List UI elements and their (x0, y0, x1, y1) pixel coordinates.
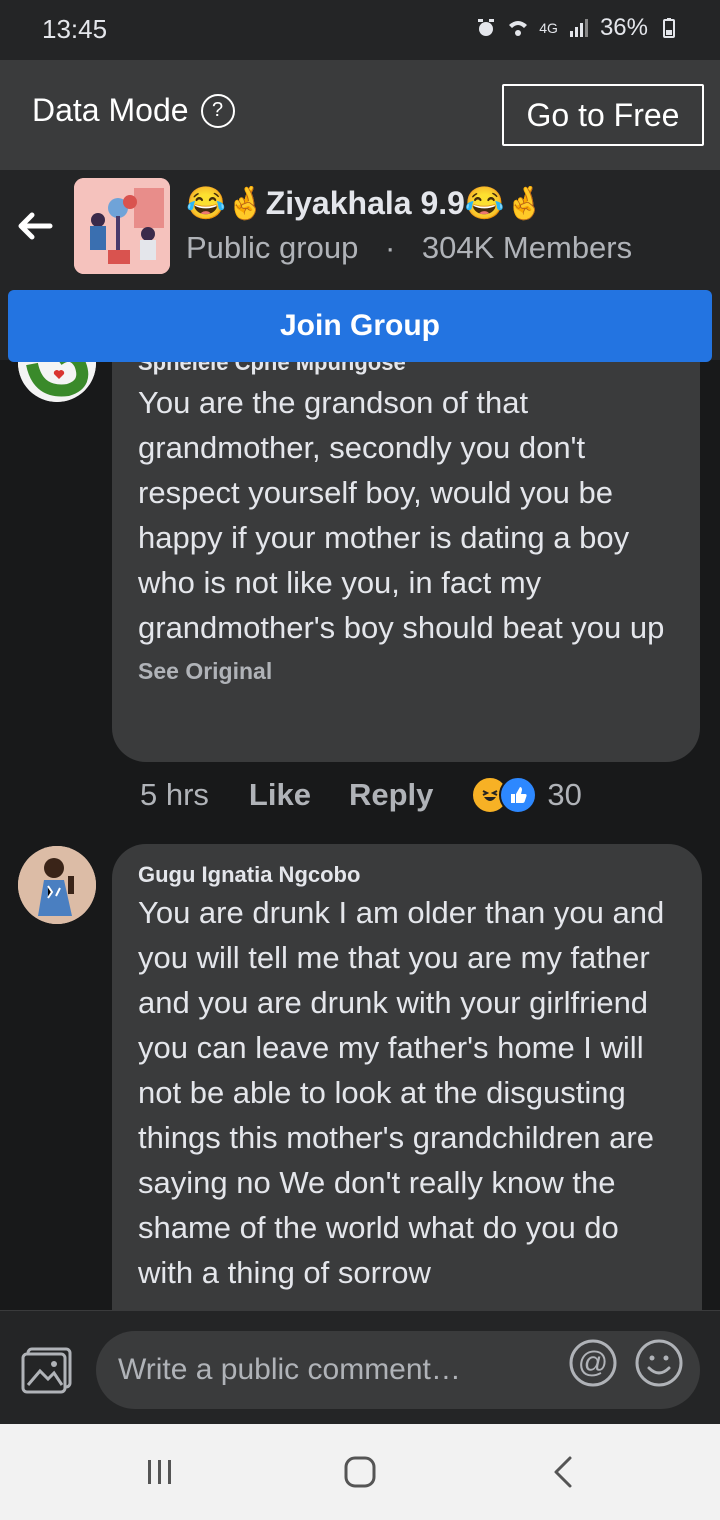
comment-placeholder: Write a public comment… (118, 1353, 461, 1386)
reactions[interactable] (471, 776, 538, 814)
go-to-free-button[interactable]: Go to Free (502, 84, 704, 146)
group-cover-image[interactable] (74, 178, 170, 274)
battery-percent: 36% (599, 14, 648, 41)
group-privacy: Public group (186, 230, 359, 265)
like-button[interactable]: Like (249, 777, 311, 813)
comment-author[interactable]: Gugu Ignatia Ngcobo (138, 862, 676, 888)
mention-icon[interactable]: @ (568, 1338, 618, 1388)
avatar-image (18, 846, 96, 924)
back-arrow-icon[interactable] (14, 206, 54, 246)
wifi-icon (509, 21, 528, 36)
battery-icon (663, 18, 675, 38)
comment-meta: 5 hrs Like Reply 30 (140, 776, 582, 814)
like-reaction-icon (499, 776, 538, 814)
comment-time: 5 hrs (140, 777, 209, 812)
data-mode-bar: Data Mode ? Go to Free (0, 60, 720, 170)
status-time: 13:45 (42, 14, 108, 44)
comment-bubble[interactable]: Gugu Ignatia Ngcobo You are drunk I am o… (112, 844, 702, 1310)
comment-text: You are the grandson of that grandmother… (138, 385, 665, 645)
svg-text:@: @ (578, 1346, 608, 1379)
photo-icon[interactable] (20, 1345, 74, 1395)
data-mode-label: Data Mode ? (32, 92, 235, 129)
avatar-image (18, 362, 96, 402)
emoji-icon[interactable] (634, 1338, 684, 1388)
back-icon[interactable] (544, 1452, 584, 1492)
group-subtitle: Public group · 304K Members (186, 230, 632, 266)
home-icon[interactable] (340, 1452, 380, 1492)
comments-list: Sphelele Cphe Mpungose You are the grand… (0, 362, 720, 1310)
commenter-avatar[interactable] (18, 846, 96, 924)
comment-text: You are drunk I am older than you and yo… (138, 895, 665, 1290)
alarm-icon (478, 19, 495, 36)
group-cover-illustration (74, 178, 170, 274)
recent-apps-icon[interactable] (140, 1452, 180, 1492)
status-bar: 13:45 4G 36% (0, 0, 720, 60)
separator-dot: · (384, 230, 396, 265)
join-group-button[interactable]: Join Group (8, 290, 712, 362)
reply-button[interactable]: Reply (349, 777, 433, 813)
help-icon[interactable]: ? (200, 93, 235, 128)
system-nav-bar (0, 1424, 720, 1520)
reaction-count[interactable]: 30 (547, 777, 581, 813)
network-type: 4G (539, 20, 558, 36)
data-mode-text: Data Mode (32, 92, 189, 128)
signal-icon (569, 19, 588, 37)
group-title[interactable]: 😂🤞Ziyakhala 9.9😂🤞 (186, 184, 545, 222)
comment-bubble[interactable]: Sphelele Cphe Mpungose You are the grand… (112, 362, 700, 762)
status-icons: 4G 36% (475, 14, 680, 42)
see-original-link[interactable]: See Original (138, 658, 674, 685)
group-members: 304K Members (421, 230, 633, 265)
group-header: 😂🤞Ziyakhala 9.9😂🤞 Public group · 304K Me… (0, 170, 720, 362)
commenter-avatar[interactable] (18, 362, 96, 402)
comment-author[interactable]: Sphelele Cphe Mpungose (138, 362, 406, 376)
